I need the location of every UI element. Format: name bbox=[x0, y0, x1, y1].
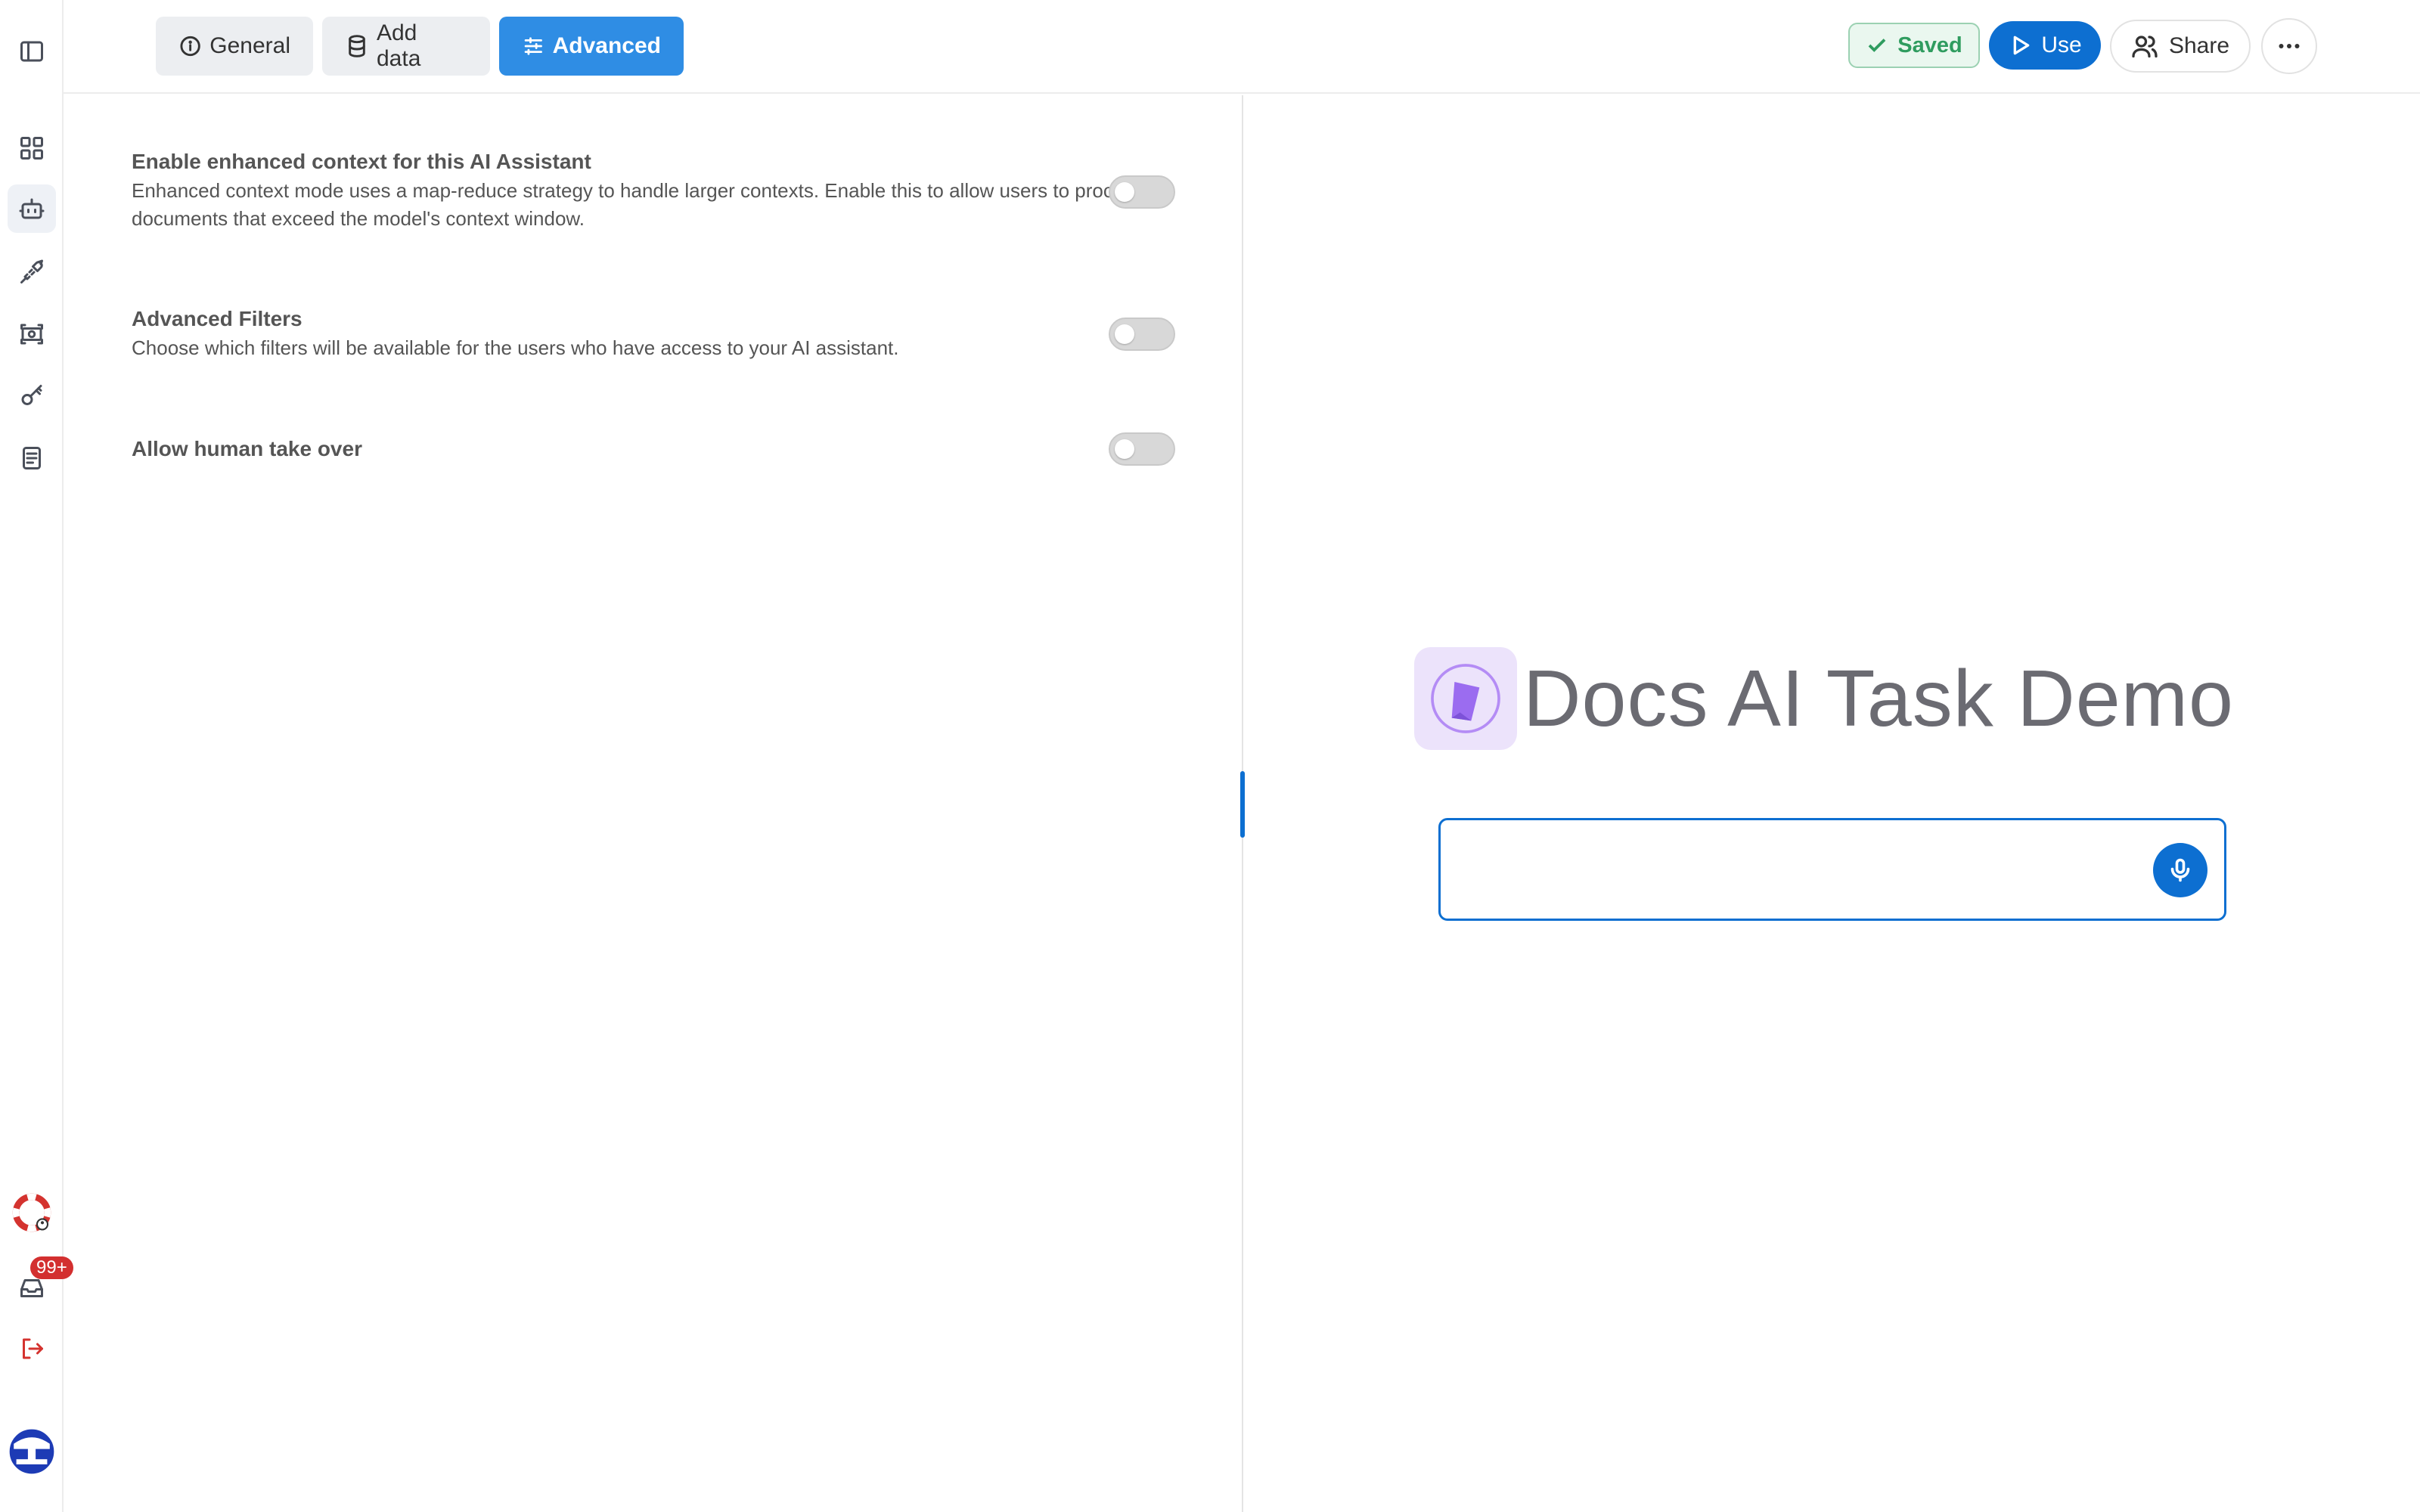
setting-human-takeover: Allow human take over bbox=[132, 437, 1243, 461]
tab-add-data[interactable]: Add data bbox=[322, 17, 490, 76]
share-label: Share bbox=[2168, 33, 2230, 58]
sidebar-toggle-button[interactable] bbox=[8, 27, 56, 76]
sidebar-item-docs[interactable] bbox=[8, 434, 56, 482]
tab-advanced-label: Advanced bbox=[552, 33, 661, 58]
plug-icon bbox=[20, 259, 43, 284]
advanced-settings-panel: Enable enhanced context for this AI Assi… bbox=[64, 95, 1243, 1512]
setting-description: Choose which filters will be available f… bbox=[132, 336, 899, 359]
prompt-input[interactable] bbox=[1438, 818, 2226, 921]
use-button[interactable]: Use bbox=[1989, 21, 2101, 70]
bot-icon bbox=[19, 198, 45, 219]
play-icon bbox=[2013, 36, 2030, 55]
sliders-icon bbox=[524, 37, 542, 55]
panel-toggle-icon bbox=[20, 41, 43, 62]
lifebuoy-icon bbox=[12, 1193, 51, 1232]
user-avatar-icon bbox=[8, 1427, 56, 1476]
more-options-button[interactable] bbox=[2261, 18, 2317, 74]
tab-add-data-label: Add data bbox=[376, 20, 421, 71]
top-bar: General Add data Advanced Saved Use Shar… bbox=[64, 0, 2420, 94]
sidebar-item-dashboard[interactable] bbox=[8, 124, 56, 172]
human-takeover-toggle[interactable] bbox=[1109, 432, 1175, 466]
assistant-title: Docs AI Task Demo bbox=[1523, 654, 2234, 743]
setting-enhanced-context: Enable enhanced context for this AI Assi… bbox=[132, 150, 1243, 233]
check-icon bbox=[1868, 39, 1886, 52]
info-icon bbox=[180, 36, 200, 57]
setting-title: Allow human take over bbox=[132, 437, 362, 460]
assistant-logo bbox=[1414, 647, 1517, 750]
use-label: Use bbox=[2041, 33, 2082, 57]
tab-general-label: General bbox=[209, 33, 290, 58]
setting-advanced-filters: Advanced Filters Choose which filters wi… bbox=[132, 307, 1243, 362]
more-horizontal-icon bbox=[2279, 44, 2300, 48]
microphone-button[interactable] bbox=[2153, 843, 2207, 897]
microphone-icon bbox=[2170, 858, 2190, 882]
database-icon bbox=[349, 35, 365, 57]
assistant-preview-panel: Docs AI Task Demo bbox=[1245, 95, 2420, 1512]
inbox-button[interactable]: 99+ bbox=[8, 1256, 73, 1312]
logout-button[interactable] bbox=[8, 1325, 56, 1373]
tab-general[interactable]: General bbox=[156, 17, 313, 76]
saved-status-badge: Saved bbox=[1848, 23, 1980, 68]
document-icon bbox=[23, 447, 41, 469]
logout-icon bbox=[23, 1338, 43, 1359]
sidebar-item-api-keys[interactable] bbox=[8, 372, 56, 420]
advanced-filters-toggle[interactable] bbox=[1109, 318, 1175, 351]
setting-title: Advanced Filters bbox=[132, 307, 302, 330]
support-button[interactable] bbox=[6, 1187, 57, 1238]
screen-capture-icon bbox=[20, 324, 43, 345]
key-icon bbox=[21, 385, 42, 405]
saved-label: Saved bbox=[1897, 33, 1962, 57]
dashboard-grid-icon bbox=[20, 137, 43, 160]
share-button[interactable]: Share bbox=[2110, 20, 2251, 73]
users-icon bbox=[2132, 36, 2158, 58]
setting-description: Enhanced context mode uses a map-reduce … bbox=[132, 179, 1144, 230]
app-root: 99+ General Add data Advanced Saved Use … bbox=[0, 0, 2420, 1512]
setting-title: Enable enhanced context for this AI Assi… bbox=[132, 150, 591, 173]
enhanced-context-toggle[interactable] bbox=[1109, 175, 1175, 209]
left-rail: 99+ bbox=[0, 0, 73, 1512]
sidebar-item-capture[interactable] bbox=[8, 310, 56, 358]
sidebar-item-assistants[interactable] bbox=[8, 184, 56, 233]
assistant-logo-icon bbox=[1431, 664, 1500, 733]
user-avatar[interactable] bbox=[6, 1426, 57, 1477]
tab-advanced[interactable]: Advanced bbox=[499, 17, 684, 76]
sidebar-item-integrations[interactable] bbox=[8, 248, 56, 296]
